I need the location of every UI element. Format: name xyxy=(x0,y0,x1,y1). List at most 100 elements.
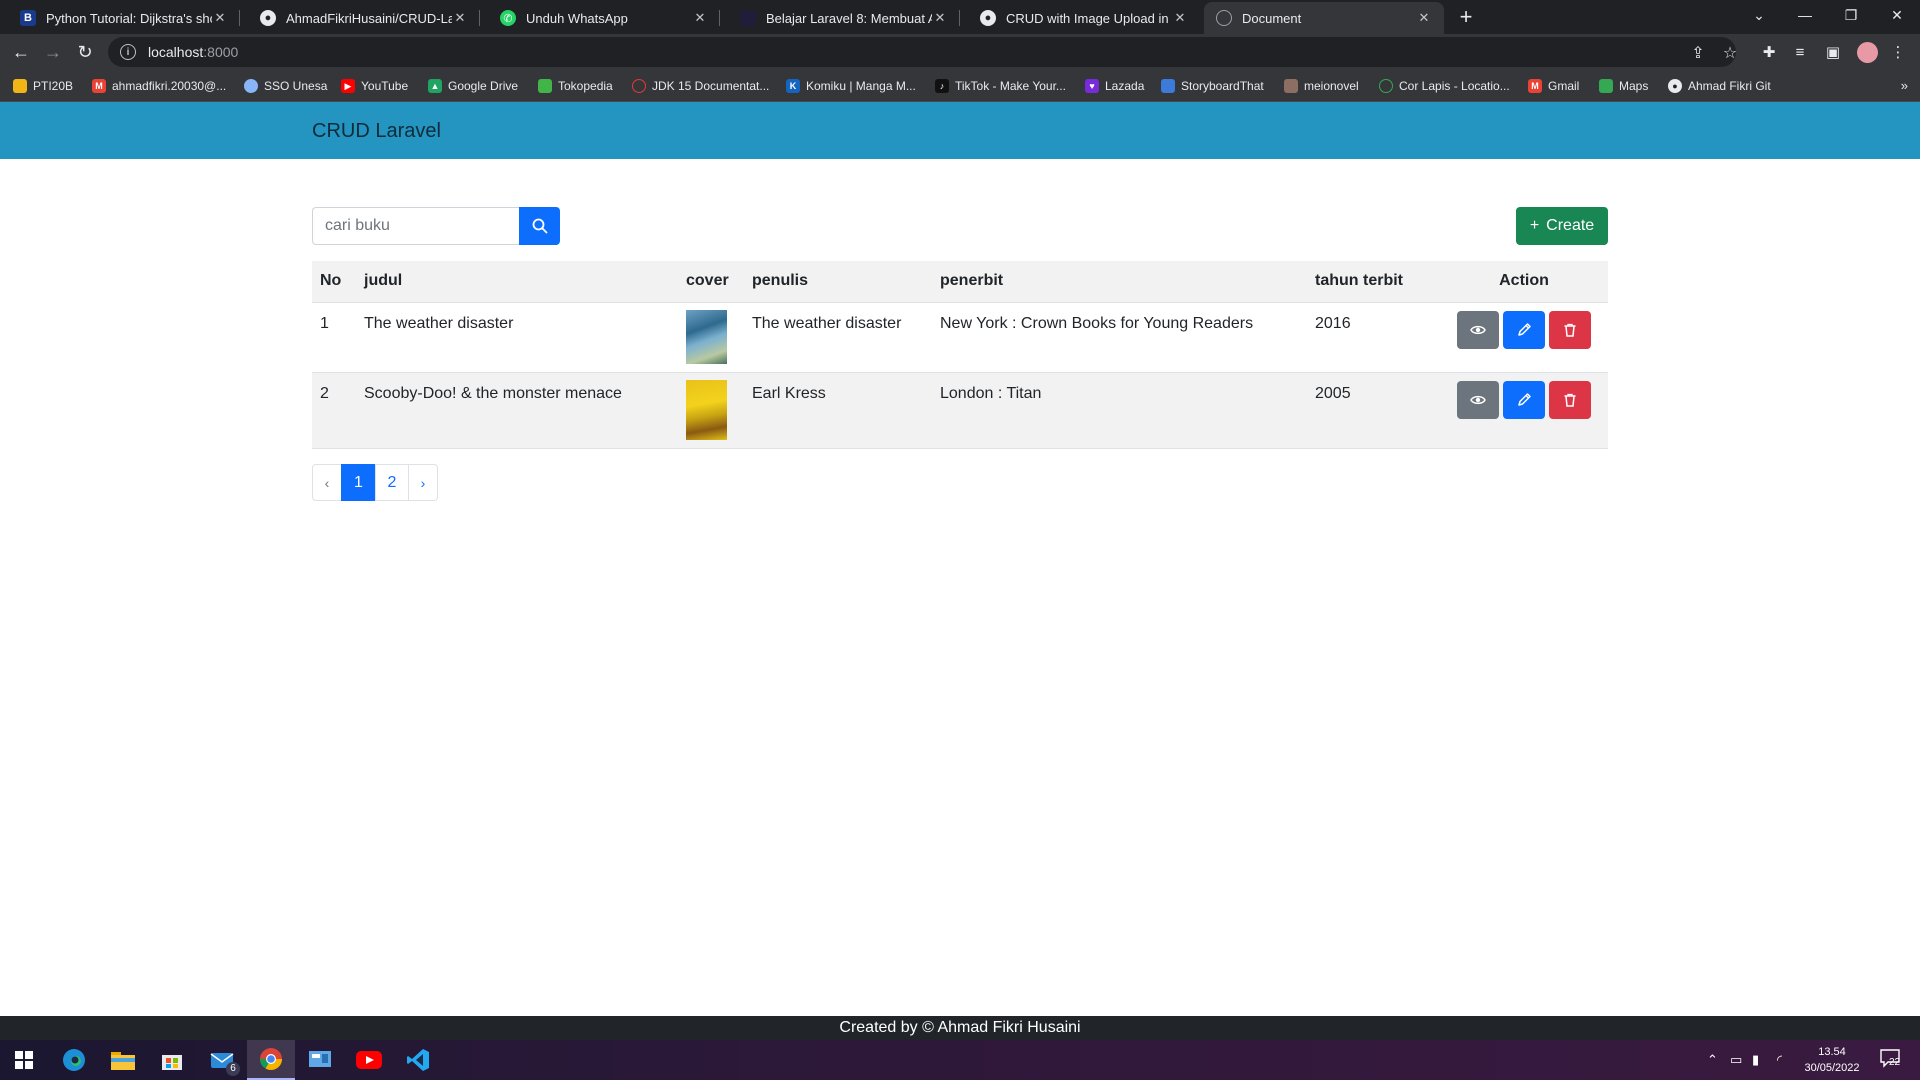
pagination-prev[interactable]: ‹ xyxy=(312,464,342,501)
share-icon[interactable]: ⇪ xyxy=(1688,43,1708,63)
close-icon[interactable]: ✕ xyxy=(1416,10,1432,26)
column-header-action: Action xyxy=(1440,261,1608,303)
github-icon: ● xyxy=(260,10,276,26)
clock-date: 30/05/2022 xyxy=(1804,1062,1860,1074)
browser-tab-active[interactable]: Document ✕ xyxy=(1204,2,1444,34)
bookmark-item[interactable]: M Gmail xyxy=(1528,77,1579,95)
window-close-button[interactable]: ✕ xyxy=(1874,0,1920,30)
maps-icon xyxy=(1599,79,1613,93)
site-info-icon[interactable]: i xyxy=(120,44,136,60)
minimize-button[interactable]: — xyxy=(1782,0,1828,30)
start-button[interactable] xyxy=(0,1040,48,1080)
cell-no: 2 xyxy=(312,372,356,449)
cell-tahun-terbit: 2005 xyxy=(1307,372,1440,449)
bookmark-item[interactable]: PTI20B xyxy=(13,77,73,95)
browser-tab[interactable]: B Python Tutorial: Dijkstra's shortest ✕ xyxy=(8,2,240,34)
tab-search-button[interactable]: ⌄ xyxy=(1736,0,1782,30)
cell-action xyxy=(1440,302,1608,373)
blog-favicon-icon: B xyxy=(20,10,36,26)
battery-icon[interactable]: ▮ xyxy=(1752,1052,1759,1068)
search-button[interactable] xyxy=(519,207,560,245)
taskbar-clock[interactable]: 13.54 30/05/2022 xyxy=(1782,1044,1882,1076)
bookmarks-bar: PTI20B Mahmadfikri.20030@... SSO Unesa ▶… xyxy=(0,70,1920,102)
table-header-row: No judul cover penulis penerbit tahun te… xyxy=(312,261,1608,303)
pagination-next[interactable]: › xyxy=(408,464,438,501)
close-icon[interactable]: ✕ xyxy=(212,10,228,26)
pagination-page-1[interactable]: 1 xyxy=(341,464,376,501)
create-button[interactable]: + Create xyxy=(1516,207,1608,245)
mail-badge: 6 xyxy=(226,1062,240,1076)
cell-judul: Scooby-Doo! & the monster menace xyxy=(356,372,678,449)
back-button[interactable]: ← xyxy=(7,38,35,66)
bookmark-item[interactable]: Maps xyxy=(1599,77,1648,95)
bookmark-item[interactable]: ● Ahmad Fikri Git xyxy=(1668,77,1771,95)
bookmark-item[interactable]: StoryboardThat xyxy=(1161,77,1264,95)
navbar-brand[interactable]: CRUD Laravel xyxy=(312,120,441,143)
bookmark-item[interactable]: JDK 15 Documentat... xyxy=(632,77,769,95)
close-icon[interactable]: ✕ xyxy=(1172,10,1188,26)
bookmark-item[interactable]: ♪ TikTok - Make Your... xyxy=(935,77,1066,95)
column-header-judul: judul xyxy=(356,261,678,303)
view-button[interactable] xyxy=(1457,380,1499,419)
browser-tab[interactable]: ● AhmadFikriHusaini/CRUD-Laravel ✕ xyxy=(248,2,480,34)
more-bookmarks-icon[interactable]: » xyxy=(1901,78,1908,93)
profile-avatar[interactable] xyxy=(1857,42,1878,63)
pagination-page-2[interactable]: 2 xyxy=(375,464,409,501)
delete-button[interactable] xyxy=(1549,380,1591,419)
youtube-app[interactable] xyxy=(345,1040,393,1080)
bookmark-item[interactable]: ▲ Google Drive xyxy=(428,77,518,95)
address-bar[interactable]: i localhost:8000 xyxy=(108,37,1736,67)
control-panel-app[interactable] xyxy=(296,1040,344,1080)
bookmark-item[interactable]: Tokopedia xyxy=(538,77,613,95)
bookmark-item[interactable]: SSO Unesa xyxy=(244,77,327,95)
bookmark-label: YouTube xyxy=(361,79,409,93)
close-icon[interactable]: ✕ xyxy=(692,10,708,26)
bookmark-item[interactable]: Cor Lapis - Locatio... xyxy=(1379,77,1510,95)
bookmark-item[interactable]: ▶ YouTube xyxy=(341,77,408,95)
bookmark-item[interactable]: K Komiku | Manga M... xyxy=(786,77,916,95)
file-explorer-app[interactable] xyxy=(99,1040,147,1080)
url-port: :8000 xyxy=(203,44,239,60)
side-panel-icon[interactable]: ▣ xyxy=(1823,42,1843,62)
view-button[interactable] xyxy=(1457,310,1499,349)
tray-overflow-icon[interactable]: ⌃ xyxy=(1707,1052,1718,1068)
notification-center-button[interactable]: 22 xyxy=(1880,1048,1904,1070)
restore-button[interactable]: ❐ xyxy=(1828,0,1874,30)
reading-list-icon[interactable]: ≡ xyxy=(1790,42,1810,62)
close-icon[interactable]: ✕ xyxy=(452,10,468,26)
browser-tab[interactable]: ✆ Unduh WhatsApp ✕ xyxy=(488,2,720,34)
reload-button[interactable]: ↻ xyxy=(71,38,99,66)
chrome-menu-icon[interactable]: ⋮ xyxy=(1888,42,1908,62)
bookmark-star-icon[interactable]: ☆ xyxy=(1720,43,1740,63)
vscode-app[interactable] xyxy=(394,1040,442,1080)
app-navbar: CRUD Laravel xyxy=(0,102,1920,159)
cell-penerbit: New York : Crown Books for Young Readers xyxy=(932,302,1307,373)
meionovel-icon xyxy=(1284,79,1298,93)
vscode-icon xyxy=(407,1049,429,1071)
bookmark-label: Gmail xyxy=(1548,79,1580,93)
edit-button[interactable] xyxy=(1503,310,1545,349)
new-tab-button[interactable]: + xyxy=(1454,6,1478,30)
edit-button[interactable] xyxy=(1503,380,1545,419)
extensions-icon[interactable]: ✚ xyxy=(1759,42,1779,62)
bookmark-label: Tokopedia xyxy=(558,79,613,93)
bookmark-label: Ahmad Fikri Git xyxy=(1688,79,1771,93)
bookmark-item[interactable]: Mahmadfikri.20030@... xyxy=(92,77,226,95)
close-icon[interactable]: ✕ xyxy=(932,10,948,26)
bookmark-item[interactable]: meionovel xyxy=(1284,77,1359,95)
store-app[interactable] xyxy=(148,1040,196,1080)
forward-button[interactable]: → xyxy=(39,38,67,66)
storyboardthat-icon xyxy=(1161,79,1175,93)
bookmark-label: PTI20B xyxy=(33,79,74,93)
edge-app[interactable] xyxy=(50,1040,98,1080)
cell-no: 1 xyxy=(312,302,356,373)
browser-tab[interactable]: ● CRUD with Image Upload in Laravel ✕ xyxy=(968,2,1200,34)
delete-button[interactable] xyxy=(1549,310,1591,349)
browser-tab[interactable]: Belajar Laravel 8: Membuat Aplikasi ✕ xyxy=(728,2,960,34)
google-drive-icon: ▲ xyxy=(428,79,442,93)
search-input[interactable] xyxy=(312,207,519,245)
chrome-app[interactable] xyxy=(247,1040,295,1080)
bookmark-item[interactable]: ♥ Lazada xyxy=(1085,77,1144,95)
mail-app[interactable]: 6 xyxy=(198,1040,246,1080)
meet-icon[interactable]: ▭ xyxy=(1730,1052,1742,1068)
